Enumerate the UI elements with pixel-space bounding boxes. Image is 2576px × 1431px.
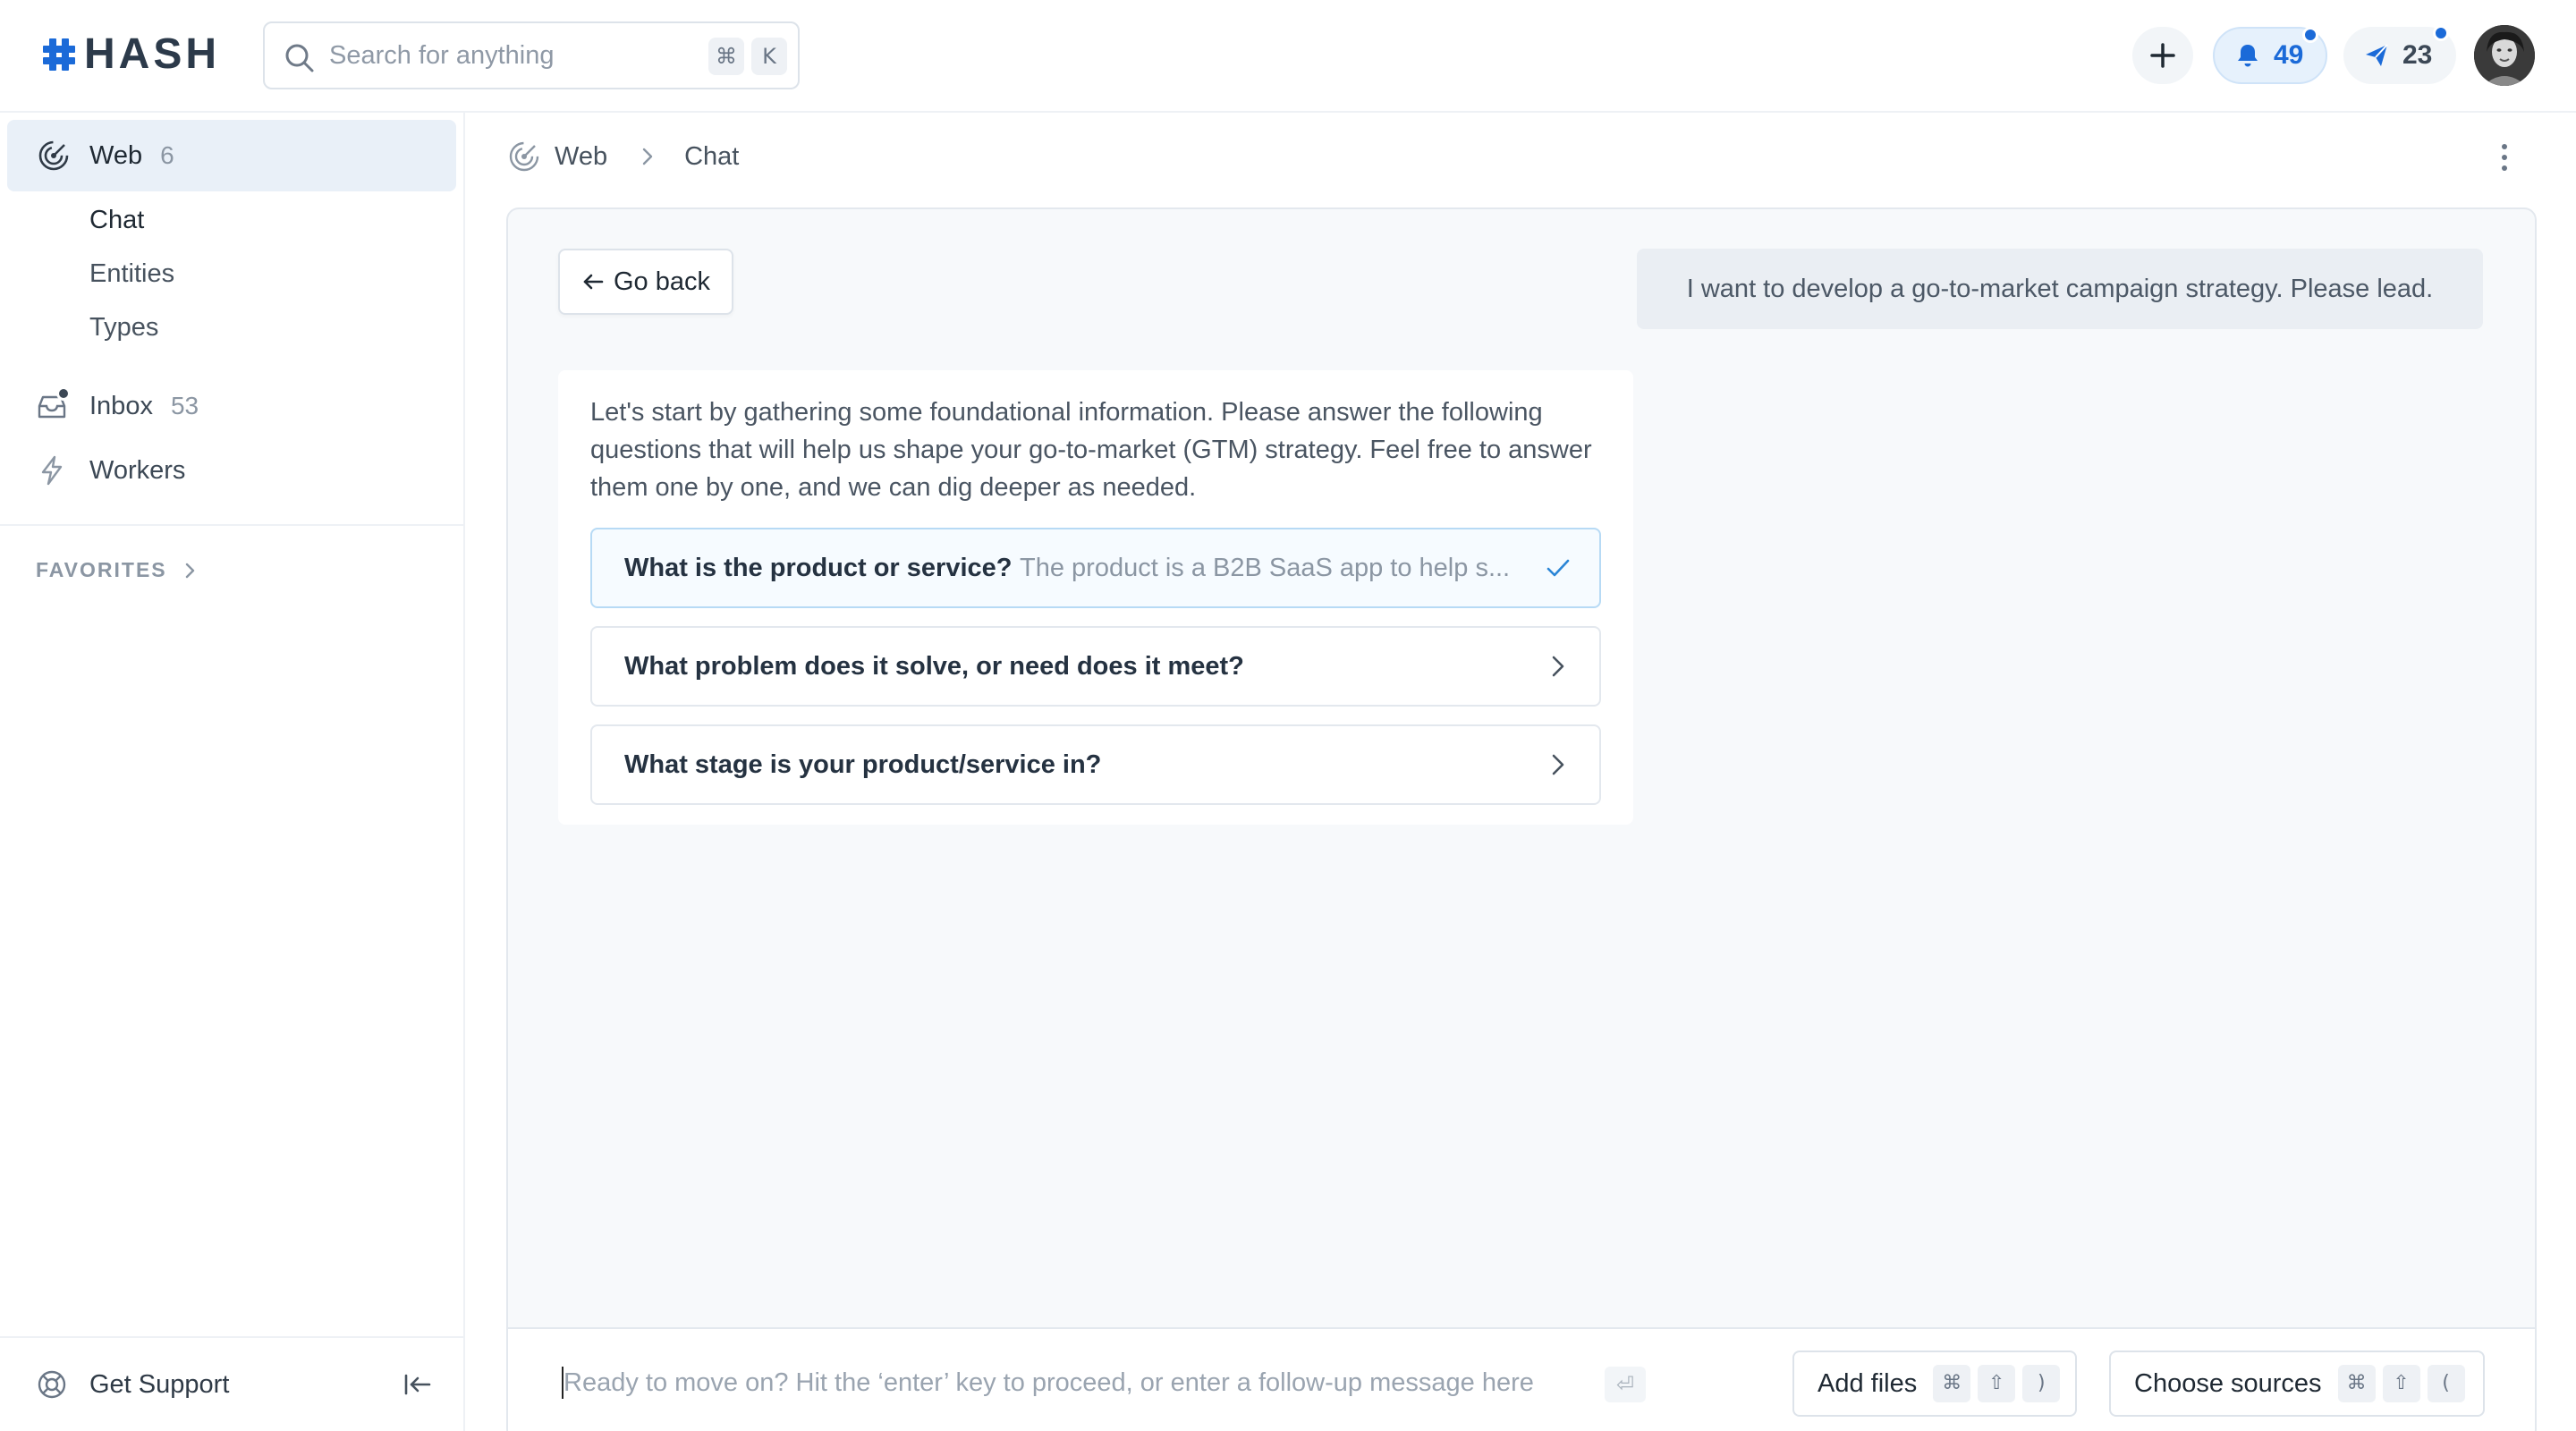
web-radar-icon	[509, 141, 539, 172]
inbox-unread-dot	[56, 386, 71, 401]
assistant-message-card: Let's start by gathering some foundation…	[558, 370, 1633, 825]
web-count: 6	[160, 140, 174, 169]
question-title: What is the product or service?	[624, 553, 1013, 582]
add-files-label: Add files	[1818, 1368, 1918, 1398]
sidebar-item-web-label: Web 6	[89, 141, 174, 171]
favorites-label: FAVORITES	[36, 558, 167, 581]
message-input[interactable]: Ready to move on? Hit the ‘enter’ key to…	[564, 1329, 1534, 1431]
search-box[interactable]: Search for anything ⌘ K	[263, 21, 800, 89]
choose-sources-label: Choose sources	[2134, 1368, 2322, 1398]
more-options-icon[interactable]	[2488, 140, 2521, 175]
go-back-label: Go back	[614, 267, 710, 296]
sidebar: Web 6 Chat Entities Types Inbox 53 Workers…	[0, 113, 465, 1431]
question-title: What problem does it solve, or need does…	[624, 651, 1244, 681]
question-item-2[interactable]: What problem does it solve, or need does…	[590, 626, 1601, 707]
shortcut-k-key: K	[751, 38, 787, 75]
user-message: I want to develop a go-to-market campaig…	[1637, 249, 2483, 329]
breadcrumb: Web Chat	[508, 134, 739, 179]
sidebar-subitem-types[interactable]: Types	[89, 313, 158, 343]
chevron-right-icon	[1552, 754, 1564, 775]
app-root: HASH Search for anything ⌘ K 49 23 Web 6…	[0, 0, 2576, 1431]
plus-icon	[2150, 43, 2175, 68]
shortcut-paren-key: (	[2427, 1365, 2465, 1402]
create-button[interactable]	[2132, 27, 2193, 84]
get-support-label: Get Support	[89, 1369, 230, 1399]
arrow-left-icon	[583, 274, 604, 290]
breadcrumb-web[interactable]: Web	[555, 142, 607, 172]
messages-button[interactable]: 23	[2343, 25, 2456, 84]
chevron-right-icon	[642, 148, 653, 165]
chevron-right-icon	[185, 563, 194, 578]
web-label: Web	[89, 140, 143, 170]
shortcut-cmd-key: ⌘	[2337, 1365, 2376, 1402]
inbox-label: Inbox	[89, 391, 153, 420]
sidebar-divider	[0, 524, 463, 526]
breadcrumb-chat[interactable]: Chat	[684, 142, 739, 172]
messages-unread-dot	[2433, 25, 2449, 41]
notifications-button[interactable]: 49	[2213, 27, 2327, 84]
sidebar-item-workers-label: Workers	[89, 455, 186, 485]
sidebar-subitem-entities[interactable]: Entities	[89, 259, 174, 289]
question-item-1[interactable]: What is the product or service? The prod…	[590, 528, 1601, 608]
web-radar-icon	[38, 140, 69, 171]
user-avatar[interactable]	[2474, 25, 2535, 86]
choose-sources-button[interactable]: Choose sources ⌘ ⇧ (	[2109, 1351, 2485, 1417]
top-bar: HASH Search for anything ⌘ K 49 23	[0, 0, 2576, 113]
notifications-count: 49	[2274, 40, 2304, 70]
chat-panel: Go back I want to develop a go-to-market…	[506, 207, 2537, 1431]
shortcut-cmd-key: ⌘	[708, 38, 744, 75]
logo-text: HASH	[84, 30, 221, 78]
shortcut-paren-key: )	[2022, 1365, 2061, 1402]
messages-count: 23	[2402, 40, 2433, 70]
lifebuoy-icon	[38, 1370, 66, 1399]
search-input[interactable]: Search for anything	[329, 23, 554, 88]
question-title: What stage is your product/service in?	[624, 749, 1102, 779]
chevron-right-icon	[1552, 656, 1564, 677]
bell-icon	[2238, 45, 2258, 67]
enter-key-hint: ⏎	[1605, 1367, 1646, 1402]
checkmark-icon	[1546, 559, 1570, 577]
question-item-3[interactable]: What stage is your product/service in?	[590, 724, 1601, 805]
sidebar-subitem-chat[interactable]: Chat	[89, 206, 144, 235]
inbox-count: 53	[170, 391, 199, 419]
shortcut-shift-key: ⇧	[1978, 1365, 2016, 1402]
question-answer-preview: The product is a B2B SaaS app to help s.…	[1020, 553, 1511, 582]
message-composer: Ready to move on? Hit the ‘enter’ key to…	[508, 1327, 2535, 1431]
go-back-button[interactable]: Go back	[558, 249, 733, 315]
notifications-unread-dot	[2302, 27, 2318, 43]
hash-logo[interactable]: HASH	[41, 32, 220, 77]
add-files-button[interactable]: Add files ⌘ ⇧ )	[1792, 1351, 2077, 1417]
collapse-sidebar-icon[interactable]	[401, 1368, 433, 1401]
search-icon	[285, 44, 314, 72]
favorites-toggle[interactable]: FAVORITES	[36, 558, 199, 582]
sidebar-bottom-divider	[0, 1336, 463, 1338]
hash-logo-icon	[43, 38, 75, 71]
sidebar-item-inbox-label: Inbox 53	[89, 392, 199, 421]
sidebar-item-web[interactable]: Web 6	[7, 120, 456, 191]
sidebar-item-workers[interactable]: Workers	[0, 444, 465, 497]
get-support-button[interactable]: Get Support	[0, 1356, 463, 1413]
assistant-message-text: Let's start by gathering some foundation…	[590, 398, 1592, 502]
shortcut-shift-key: ⇧	[2382, 1365, 2420, 1402]
shortcut-cmd-key: ⌘	[1933, 1365, 1971, 1402]
avatar-portrait-icon	[2474, 25, 2535, 86]
paper-plane-icon	[2366, 44, 2388, 66]
lightning-icon	[41, 455, 63, 486]
sidebar-item-inbox[interactable]: Inbox 53	[0, 379, 465, 433]
